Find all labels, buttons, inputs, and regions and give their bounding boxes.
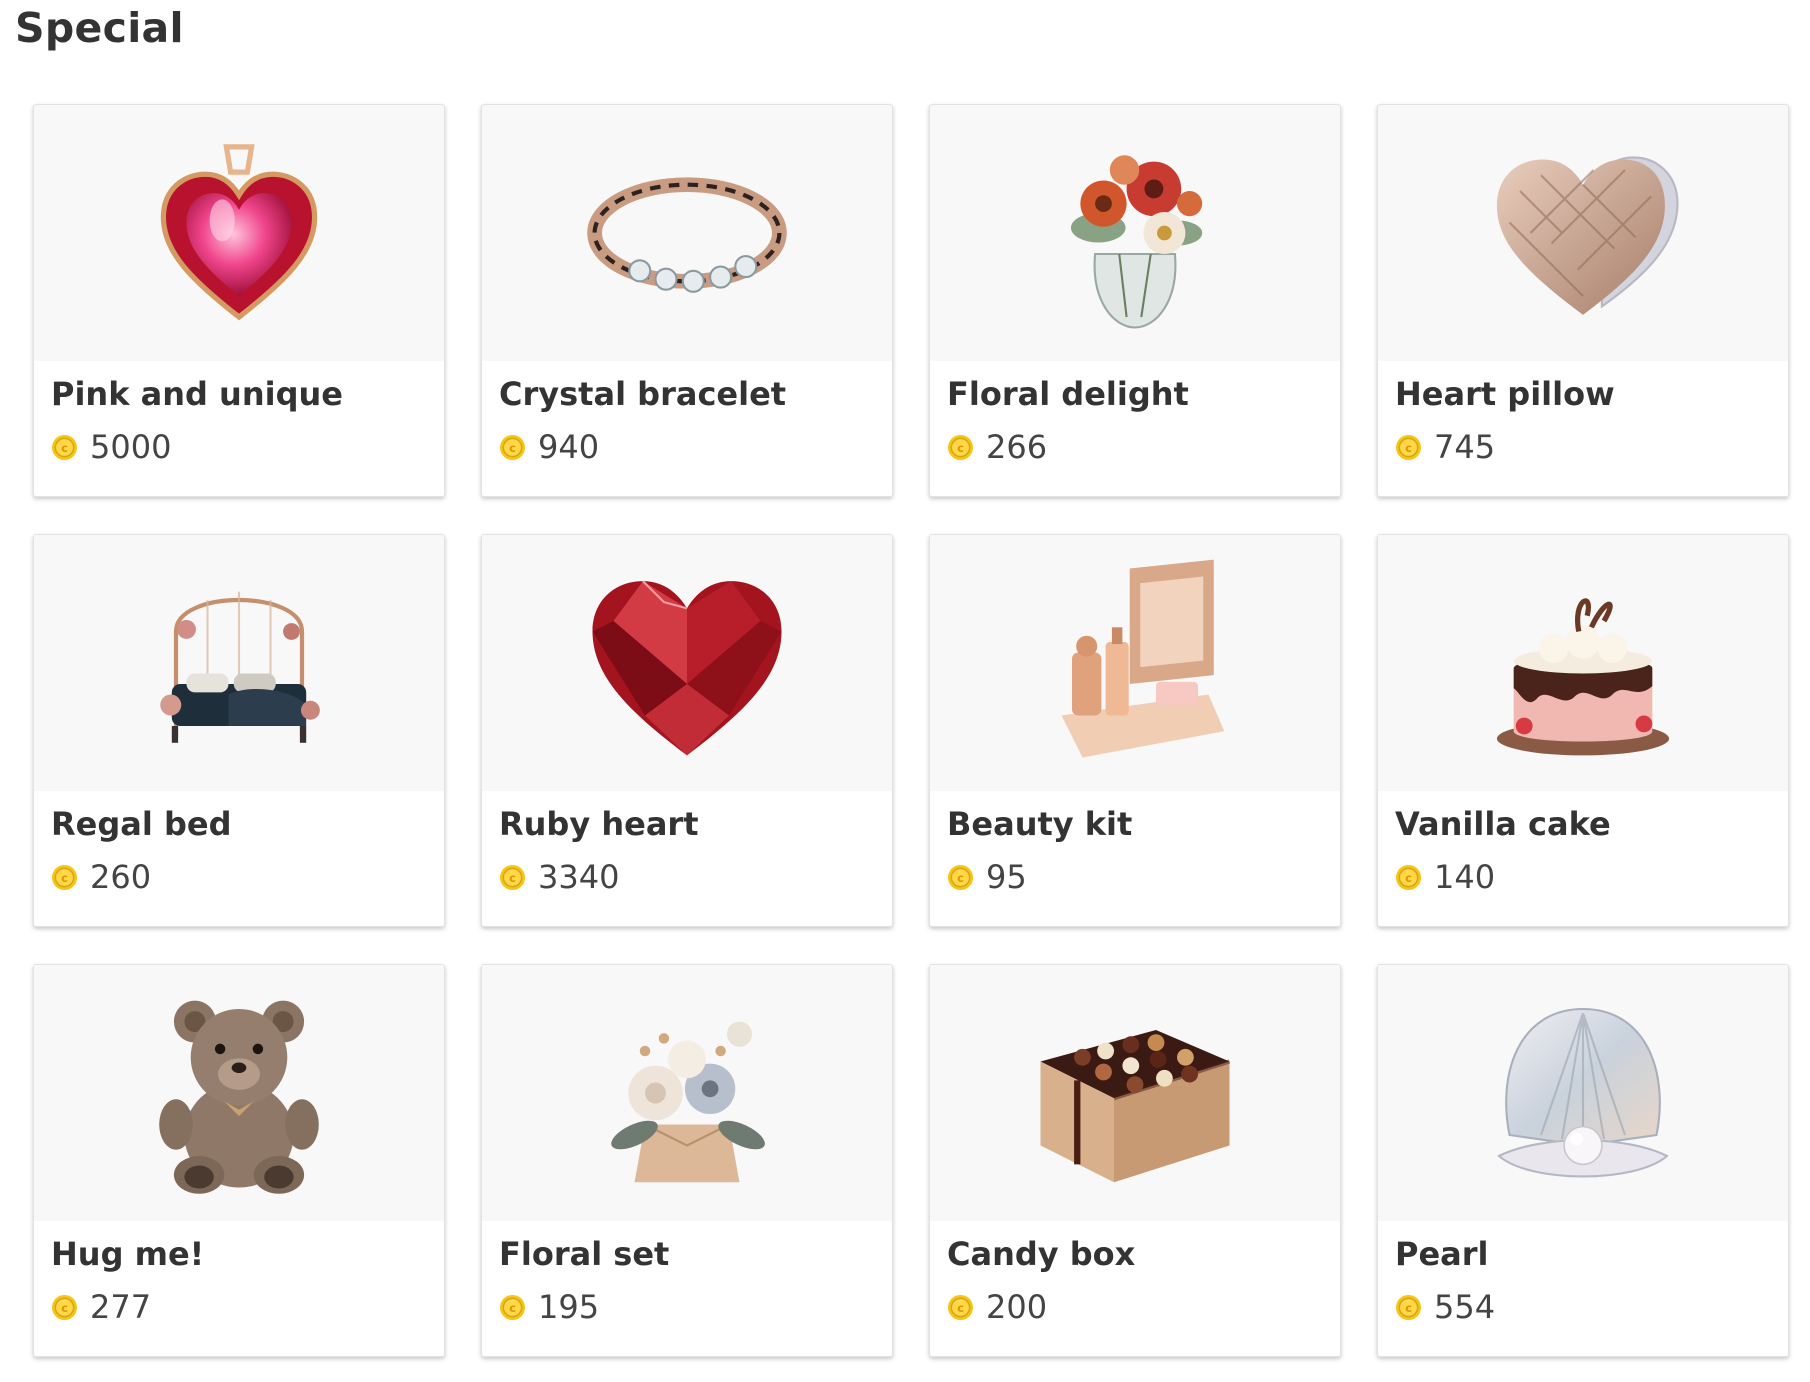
gift-price: c 195 xyxy=(499,1288,599,1326)
gift-image xyxy=(930,965,1340,1221)
svg-text:c: c xyxy=(509,1300,516,1314)
gift-price: c 277 xyxy=(51,1288,151,1326)
gift-price: c 140 xyxy=(1395,858,1495,896)
gift-name: Hug me! xyxy=(51,1235,205,1273)
gift-price: c 554 xyxy=(1395,1288,1495,1326)
gift-card-pearl[interactable]: Pearl c 554 xyxy=(1377,964,1789,1357)
gift-image xyxy=(482,535,892,791)
gift-name: Heart pillow xyxy=(1395,375,1615,413)
gift-card-floral-delight[interactable]: Floral delight c 266 xyxy=(929,104,1341,497)
gift-name: Ruby heart xyxy=(499,805,699,843)
gift-price-value: 140 xyxy=(1434,858,1496,896)
gold-coin-icon: c xyxy=(1395,864,1422,890)
gift-image xyxy=(34,535,444,791)
gift-price-value: 266 xyxy=(986,428,1048,466)
gift-price-value: 5000 xyxy=(90,428,172,466)
gift-price-value: 95 xyxy=(986,858,1027,896)
gift-name: Floral delight xyxy=(947,375,1189,413)
gift-card-beauty-kit[interactable]: Beauty kit c 95 xyxy=(929,534,1341,927)
gift-price: c 95 xyxy=(947,858,1027,896)
gift-grid: Pink and unique c 5000 Crystal bracelet xyxy=(33,104,1789,1357)
gift-card-candy-box[interactable]: Candy box c 200 xyxy=(929,964,1341,1357)
gift-name: Candy box xyxy=(947,1235,1136,1273)
gold-coin-icon: c xyxy=(51,864,78,890)
gift-price-value: 195 xyxy=(538,1288,600,1326)
gift-price: c 940 xyxy=(499,428,599,466)
gift-name: Crystal bracelet xyxy=(499,375,787,413)
gold-coin-icon: c xyxy=(499,864,526,890)
svg-text:c: c xyxy=(1405,870,1412,884)
gift-card-hug-me[interactable]: Hug me! c 277 xyxy=(33,964,445,1357)
gold-coin-icon: c xyxy=(1395,1294,1422,1320)
gift-name: Vanilla cake xyxy=(1395,805,1611,843)
gift-name: Pink and unique xyxy=(51,375,343,413)
gift-price-value: 3340 xyxy=(538,858,620,896)
gift-image xyxy=(930,105,1340,361)
gift-image xyxy=(34,965,444,1221)
canopy-bed-icon xyxy=(160,591,320,743)
gift-image xyxy=(1378,535,1788,791)
ruby-heart-icon xyxy=(592,580,782,756)
svg-text:c: c xyxy=(1405,1300,1412,1314)
gold-coin-icon: c xyxy=(51,1294,78,1320)
crystal-bracelet-icon xyxy=(587,177,787,293)
svg-text:c: c xyxy=(957,870,964,884)
gift-price-value: 745 xyxy=(1434,428,1496,466)
gift-price-value: 277 xyxy=(90,1288,152,1326)
gift-name: Pearl xyxy=(1395,1235,1489,1273)
gold-coin-icon: c xyxy=(947,434,974,460)
beauty-kit-icon xyxy=(1061,559,1225,758)
gift-image xyxy=(482,965,892,1221)
gift-price-value: 554 xyxy=(1434,1288,1496,1326)
gift-price: c 3340 xyxy=(499,858,619,896)
gift-price: c 5000 xyxy=(51,428,171,466)
gold-coin-icon: c xyxy=(1395,434,1422,460)
gold-coin-icon: c xyxy=(947,1294,974,1320)
pearl-shell-icon xyxy=(1497,1007,1669,1178)
gift-price: c 260 xyxy=(51,858,151,896)
cake-icon xyxy=(1496,598,1670,756)
gift-card-heart-pillow[interactable]: Heart pillow c 745 xyxy=(1377,104,1789,497)
svg-text:c: c xyxy=(957,1300,964,1314)
gift-image xyxy=(1378,965,1788,1221)
gift-card-ruby-heart[interactable]: Ruby heart c 3340 xyxy=(481,534,893,927)
flower-vase-icon xyxy=(1070,155,1203,329)
gift-price: c 745 xyxy=(1395,428,1495,466)
svg-text:c: c xyxy=(61,440,68,454)
gift-price: c 200 xyxy=(947,1288,1047,1326)
gift-name: Floral set xyxy=(499,1235,670,1273)
gift-name: Regal bed xyxy=(51,805,232,843)
teddy-bear-icon xyxy=(159,1000,319,1194)
gift-price: c 266 xyxy=(947,428,1047,466)
gift-image xyxy=(930,535,1340,791)
gift-name: Beauty kit xyxy=(947,805,1133,843)
gift-image xyxy=(34,105,444,361)
gift-card-floral-set[interactable]: Floral set c 195 xyxy=(481,964,893,1357)
pink-heart-pendant-icon xyxy=(160,144,318,321)
chocolate-box-icon xyxy=(1040,1030,1231,1183)
heart-pillow-icon xyxy=(1496,156,1679,315)
gift-card-regal-bed[interactable]: Regal bed c 260 xyxy=(33,534,445,927)
gold-coin-icon: c xyxy=(51,434,78,460)
svg-text:c: c xyxy=(509,440,516,454)
svg-text:c: c xyxy=(509,870,516,884)
gift-image xyxy=(1378,105,1788,361)
gift-price-value: 200 xyxy=(986,1288,1048,1326)
section-title: Special xyxy=(15,4,184,52)
gold-coin-icon: c xyxy=(499,434,526,460)
svg-text:c: c xyxy=(957,440,964,454)
gift-image xyxy=(482,105,892,361)
svg-text:c: c xyxy=(61,870,68,884)
gift-card-crystal-bracelet[interactable]: Crystal bracelet c 940 xyxy=(481,104,893,497)
gift-price-value: 940 xyxy=(538,428,600,466)
svg-text:c: c xyxy=(1405,440,1412,454)
gold-coin-icon: c xyxy=(499,1294,526,1320)
gift-card-pink-and-unique[interactable]: Pink and unique c 5000 xyxy=(33,104,445,497)
svg-text:c: c xyxy=(61,1300,68,1314)
flower-box-icon xyxy=(611,1021,765,1183)
gold-coin-icon: c xyxy=(947,864,974,890)
gift-card-vanilla-cake[interactable]: Vanilla cake c 140 xyxy=(1377,534,1789,927)
gift-price-value: 260 xyxy=(90,858,152,896)
